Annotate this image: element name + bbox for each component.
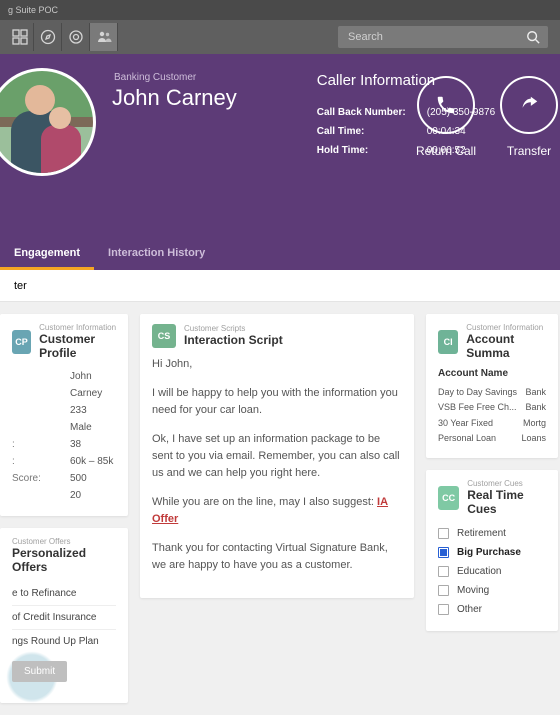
account-summary-card: CI Customer Information Account Summa Ac…	[426, 314, 558, 458]
customer-profile-card: CP Customer Information Customer Profile…	[0, 314, 128, 516]
profile-supertitle: Customer Information	[39, 324, 116, 332]
dashboard-board: CP Customer Information Customer Profile…	[0, 302, 560, 715]
target-icon[interactable]	[62, 23, 90, 51]
real-time-cues-card: CC Customer Cues Real Time Cues Retireme…	[426, 470, 558, 631]
account-row: Day to Day SavingsBank	[438, 385, 546, 400]
transfer-button[interactable]	[500, 76, 558, 134]
tab-interaction-history[interactable]: Interaction History	[94, 237, 219, 270]
badge-cp: CP	[12, 330, 31, 354]
badge-cs: CS	[152, 324, 176, 348]
tab-engagement[interactable]: Engagement	[0, 237, 94, 270]
cues-supertitle: Customer Cues	[467, 480, 546, 488]
script-suggest: While you are on the line, may I also su…	[152, 494, 402, 528]
window-titlebar: g Suite POC	[0, 0, 560, 20]
account-row: 30 Year FixedMortg	[438, 416, 546, 431]
profile-row: Score:500	[12, 470, 116, 487]
cue-checkbox[interactable]	[438, 566, 449, 577]
offer-item[interactable]: e to Refinance	[12, 582, 116, 606]
script-p5: Thank you for contacting Virtual Signatu…	[152, 540, 402, 574]
cue-item[interactable]: Other	[438, 600, 546, 619]
cue-checkbox[interactable]	[438, 547, 449, 558]
subheader: ter	[0, 270, 560, 302]
profile-row: 20	[12, 487, 116, 504]
script-title: Interaction Script	[184, 333, 283, 347]
profile-row: :38	[12, 436, 116, 453]
accounts-supertitle: Customer Information	[466, 324, 546, 332]
badge-ci: CI	[438, 330, 458, 354]
offer-item[interactable]: ngs Round Up Plan	[12, 630, 116, 653]
offer-item[interactable]: of Credit Insurance	[12, 606, 116, 630]
customer-type: Banking Customer	[114, 72, 237, 83]
script-p3: Ok, I have set up an information package…	[152, 431, 402, 482]
dashboard-icon[interactable]	[6, 23, 34, 51]
account-row: Personal LoanLoans	[438, 431, 546, 446]
cue-checkbox[interactable]	[438, 528, 449, 539]
accounts-title: Account Summa	[466, 332, 546, 360]
customer-avatar	[0, 68, 96, 176]
offers-supertitle: Customer Offers	[12, 538, 116, 546]
interaction-script-card: CS Customer Scripts Interaction Script H…	[140, 314, 414, 598]
profile-row: Male	[12, 419, 116, 436]
profile-row: 233	[12, 402, 116, 419]
cues-title: Real Time Cues	[467, 488, 546, 516]
profile-row: :60k – 85k	[12, 453, 116, 470]
customer-hero: Banking Customer John Carney Caller Info…	[0, 54, 560, 270]
script-greeting: Hi John,	[152, 356, 402, 373]
cue-item[interactable]: Education	[438, 562, 546, 581]
submit-button[interactable]: Submit	[12, 661, 67, 682]
account-name-header: Account Name	[438, 368, 546, 379]
script-supertitle: Customer Scripts	[184, 325, 283, 333]
script-p2: I will be happy to help you with the inf…	[152, 385, 402, 419]
return-call-button[interactable]	[417, 76, 475, 134]
offers-title: Personalized Offers	[12, 546, 116, 574]
return-call-label: Return Call	[416, 144, 476, 158]
profile-title: Customer Profile	[39, 332, 116, 360]
account-row: VSB Fee Free Ch...Bank	[438, 400, 546, 415]
cue-checkbox[interactable]	[438, 604, 449, 615]
cue-checkbox[interactable]	[438, 585, 449, 596]
customer-name: John Carney	[112, 85, 237, 111]
cue-item[interactable]: Moving	[438, 581, 546, 600]
app-title: g Suite POC	[8, 5, 58, 15]
cue-item[interactable]: Big Purchase	[438, 543, 546, 562]
users-icon[interactable]	[90, 23, 118, 51]
main-toolbar	[0, 20, 560, 54]
badge-cc: CC	[438, 486, 459, 510]
search-icon[interactable]	[518, 26, 548, 48]
cue-item[interactable]: Retirement	[438, 524, 546, 543]
personalized-offers-card: Customer Offers Personalized Offers e to…	[0, 528, 128, 703]
search-box[interactable]	[338, 26, 548, 48]
transfer-label: Transfer	[500, 144, 558, 158]
compass-icon[interactable]	[34, 23, 62, 51]
profile-row: John Carney	[12, 368, 116, 402]
search-input[interactable]	[338, 31, 518, 43]
